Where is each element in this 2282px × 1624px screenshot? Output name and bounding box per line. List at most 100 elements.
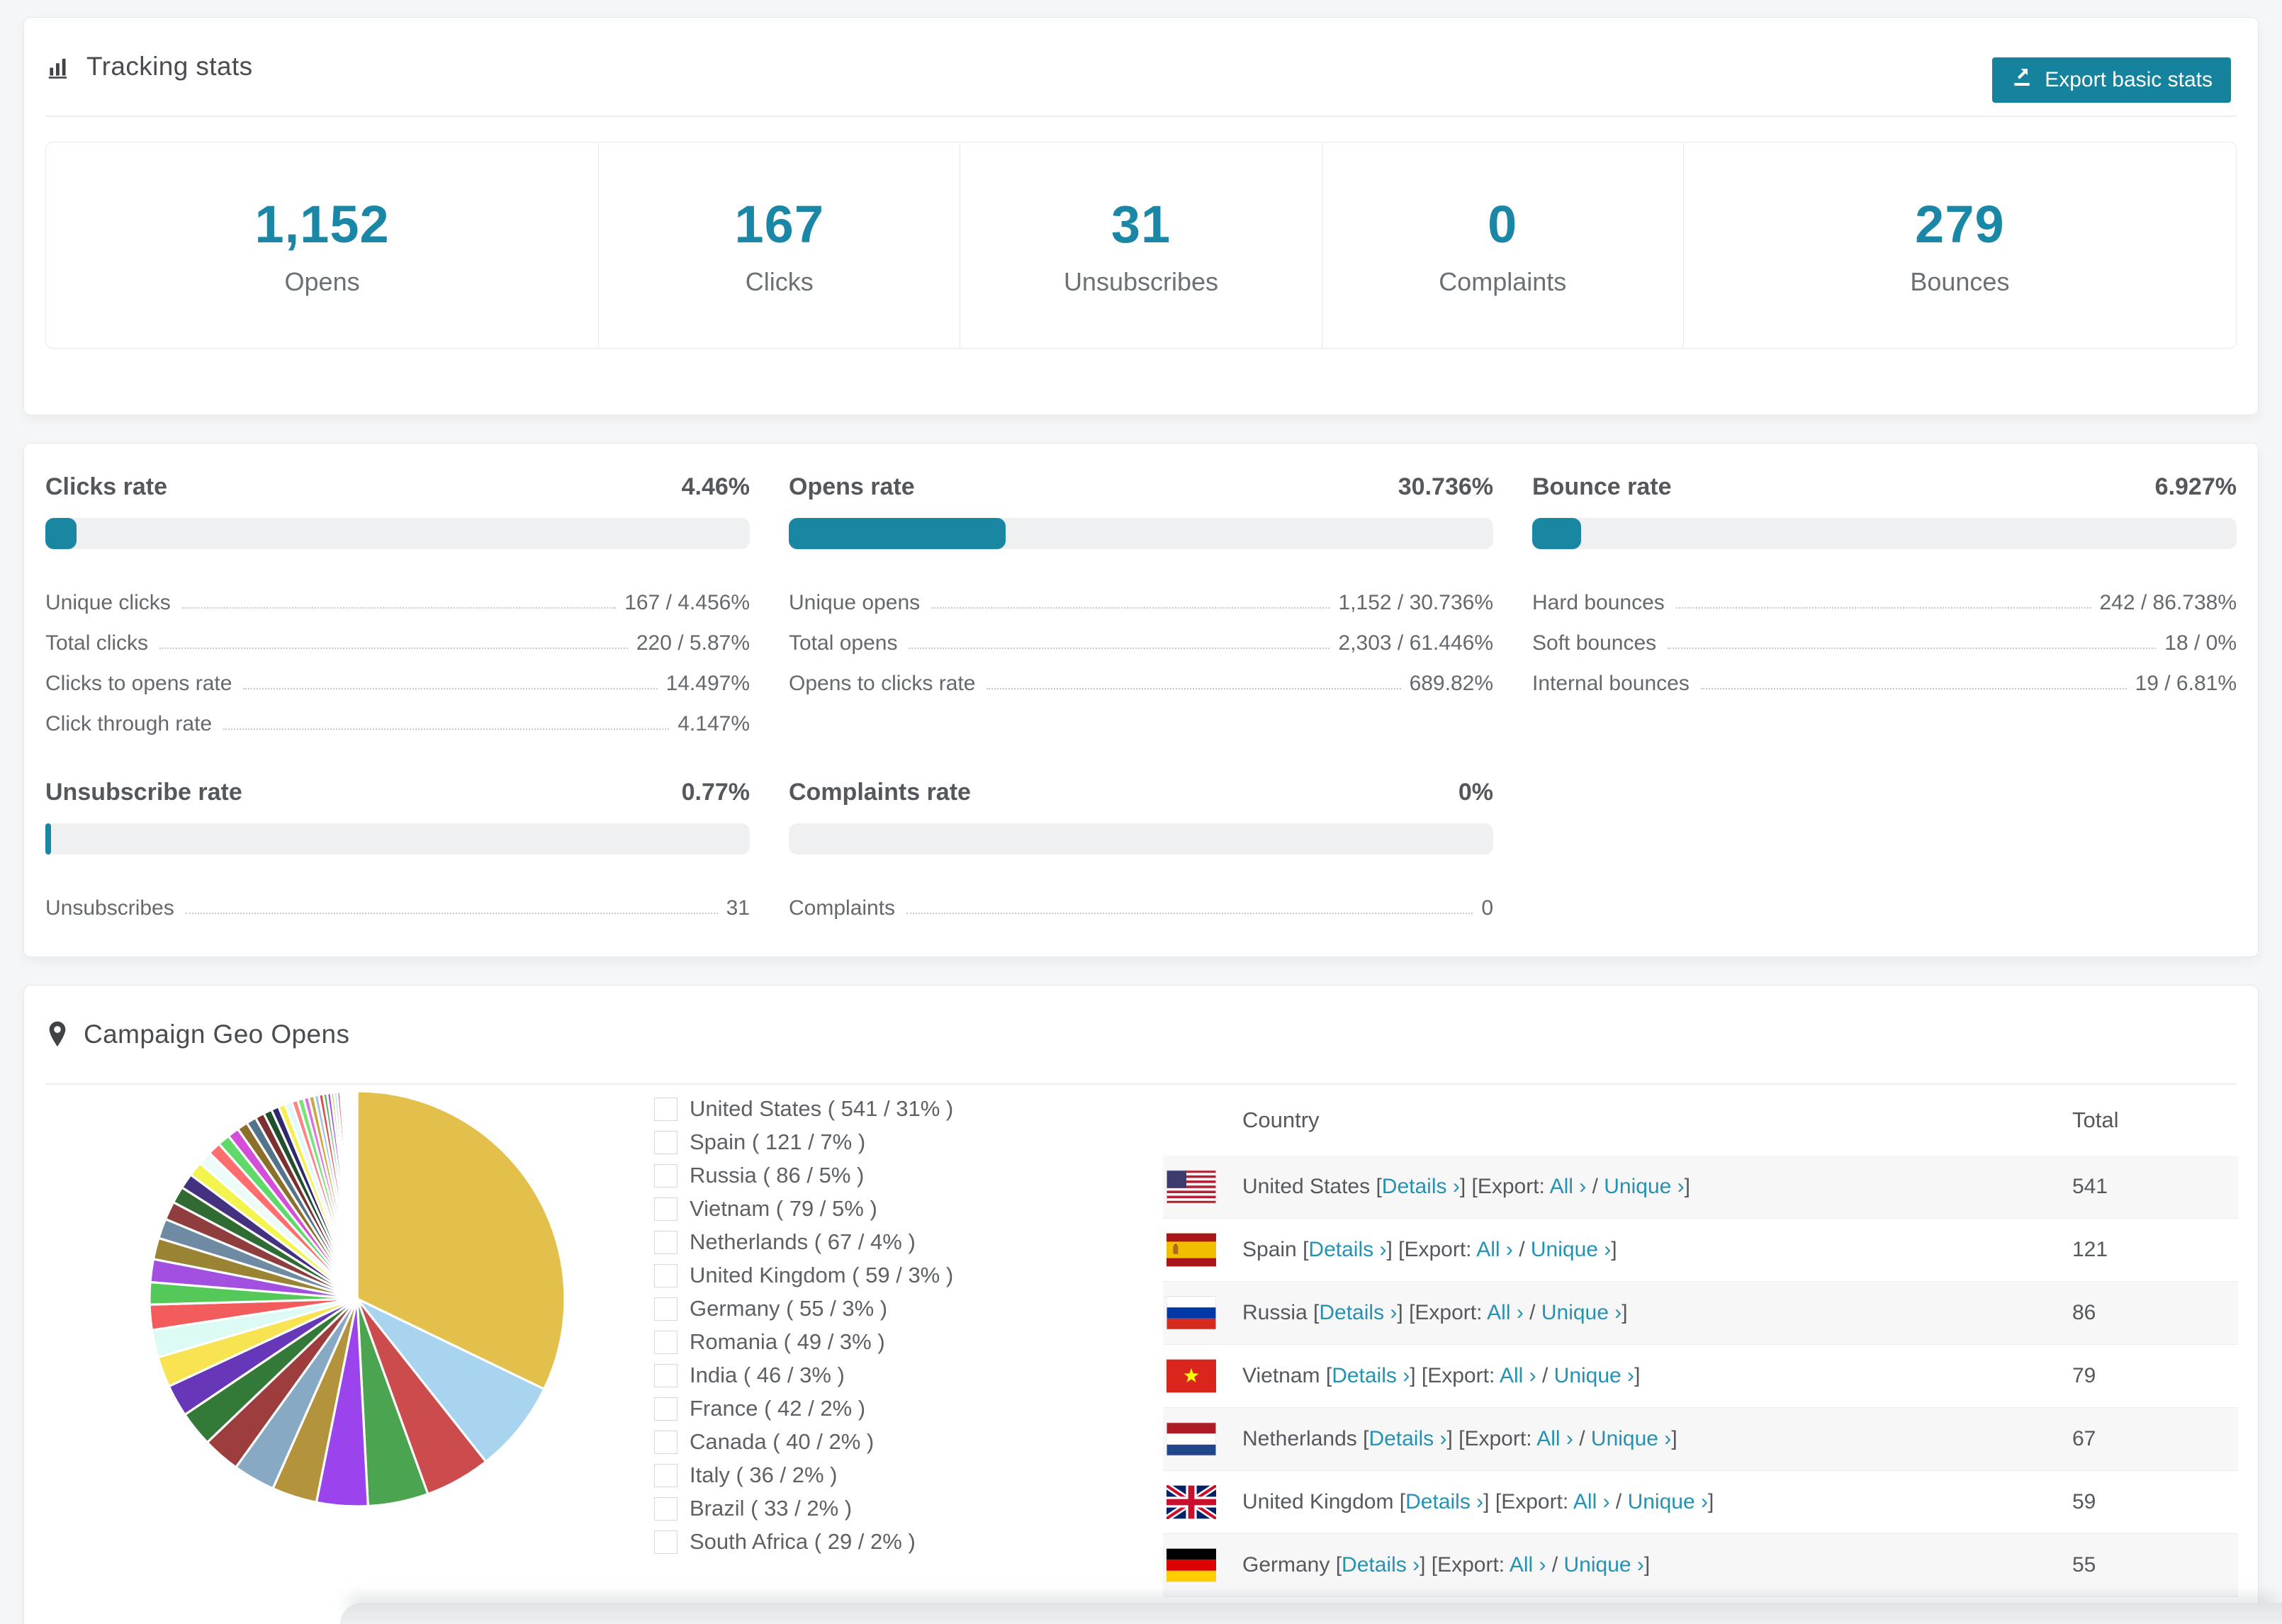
rate-value: 0.77% [681, 779, 750, 806]
legend-label: Canada ( 40 / 2% ) [690, 1429, 875, 1454]
progress-bar [789, 823, 1493, 855]
legend-item: Romania ( 49 / 3% ) [654, 1329, 953, 1355]
total-cell: 59 [2072, 1490, 2096, 1513]
details-link[interactable]: Details › [1405, 1490, 1483, 1513]
export-unique-link[interactable]: Unique › [1541, 1301, 1621, 1324]
rate-row: Complaints 0 [789, 880, 1493, 920]
stat-label: Opens [284, 266, 360, 296]
legend-item: Italy ( 36 / 2% ) [654, 1462, 953, 1488]
legend-item: Vietnam ( 79 / 5% ) [654, 1196, 953, 1222]
rate-row-value: 167 / 4.456% [624, 591, 750, 614]
progress-bar [45, 518, 750, 549]
rate-row-value: 18 / 0% [2164, 631, 2237, 655]
country-cell: United Kingdom [Details ›] [Export: All … [1242, 1490, 1714, 1513]
export-basic-stats-button[interactable]: Export basic stats [1992, 57, 2231, 103]
summary-card-bounces: 279 Bounces [1684, 142, 2236, 348]
legend-label: Russia ( 86 / 5% ) [690, 1163, 865, 1188]
summary-card-opens: 1,152 Opens [46, 142, 600, 348]
legend-item: United Kingdom ( 59 / 3% ) [654, 1263, 953, 1288]
details-link[interactable]: Details › [1308, 1238, 1386, 1261]
rate-row-label: Unsubscribes [45, 896, 174, 920]
rate-row: Soft bounces 18 / 0% [1532, 615, 2237, 655]
rate-head: Unsubscribe rate 0.77% [45, 779, 750, 806]
country-column-header: Country [1242, 1107, 1320, 1132]
ru-flag-icon [1167, 1296, 1216, 1330]
dotted-leader [906, 913, 1473, 914]
us-flag-icon [1167, 1170, 1216, 1204]
rate-section-unsubscribe-rate: Unsubscribe rate 0.77% Unsubscribes 31 [45, 779, 750, 920]
dotted-leader [931, 607, 1330, 609]
details-link[interactable]: Details › [1368, 1427, 1446, 1450]
rate-title: Clicks rate [45, 473, 167, 500]
rate-rows: Unsubscribes 31 [45, 880, 750, 920]
export-all-link[interactable]: All › [1510, 1553, 1546, 1577]
export-prefix: Export: [1501, 1490, 1569, 1513]
tracking-stats-header: Tracking stats Export basic stats [45, 18, 2237, 117]
bottom-overlay-bar [340, 1603, 2282, 1624]
export-unique-link[interactable]: Unique › [1564, 1553, 1644, 1577]
export-all-link[interactable]: All › [1573, 1490, 1610, 1513]
legend-item: Germany ( 55 / 3% ) [654, 1296, 953, 1321]
country-row-ru: Russia [Details ›] [Export: All › / Uniq… [1163, 1282, 2238, 1345]
legend-item: Netherlands ( 67 / 4% ) [654, 1229, 953, 1255]
legend-label: Netherlands ( 67 / 4% ) [690, 1229, 916, 1254]
details-link[interactable]: Details › [1319, 1301, 1397, 1324]
dotted-leader [1668, 648, 2157, 649]
export-all-link[interactable]: All › [1487, 1301, 1524, 1324]
rate-row-value: 31 [726, 896, 750, 920]
rate-row-value: 19 / 6.81% [2135, 672, 2237, 695]
legend-swatch [654, 1330, 678, 1354]
legend-swatch [654, 1463, 678, 1487]
export-prefix: Export: [1404, 1238, 1472, 1261]
export-all-link[interactable]: All › [1476, 1238, 1513, 1261]
rate-rows: Hard bounces 242 / 86.738% Soft bounces 18 … [1532, 575, 2237, 696]
rate-row: Total clicks 220 / 5.87% [45, 615, 750, 655]
legend-label: Spain ( 121 / 7% ) [690, 1129, 866, 1154]
rate-value: 4.46% [681, 473, 750, 500]
rate-title: Bounce rate [1532, 473, 1672, 500]
stat-value: 279 [1915, 194, 2005, 254]
geo-title: Campaign Geo Opens [84, 1020, 350, 1049]
export-unique-link[interactable]: Unique › [1591, 1427, 1671, 1450]
export-unique-link[interactable]: Unique › [1531, 1238, 1611, 1261]
export-all-link[interactable]: All › [1500, 1364, 1536, 1387]
details-link[interactable]: Details › [1332, 1364, 1410, 1387]
pie-legend: United States ( 541 / 31% ) Spain ( 121 /… [654, 1096, 953, 1562]
rate-title: Complaints rate [789, 779, 971, 806]
gb-flag-icon [1167, 1485, 1216, 1519]
details-link[interactable]: Details › [1382, 1175, 1460, 1198]
dotted-leader [1675, 607, 2091, 609]
country-cell: Russia [Details ›] [Export: All › / Uniq… [1242, 1301, 1628, 1324]
country-cell: Netherlands [Details ›] [Export: All › /… [1242, 1427, 1677, 1450]
rate-row: Unique clicks 167 / 4.456% [45, 575, 750, 615]
country-cell: Vietnam [Details ›] [Export: All › / Uni… [1242, 1364, 1641, 1387]
export-unique-link[interactable]: Unique › [1604, 1175, 1684, 1198]
vn-flag-icon [1167, 1359, 1216, 1393]
details-link[interactable]: Details › [1342, 1553, 1420, 1577]
legend-item: United States ( 541 / 31% ) [654, 1096, 953, 1122]
campaign-geo-opens-panel: Campaign Geo Opens United States ( 541 /… [23, 985, 2259, 1624]
legend-swatch [654, 1363, 678, 1387]
country-row-nl: Netherlands [Details ›] [Export: All › /… [1163, 1408, 2238, 1471]
rate-row: Unique opens 1,152 / 30.736% [789, 575, 1493, 615]
export-unique-link[interactable]: Unique › [1628, 1490, 1708, 1513]
rate-row-label: Opens to clicks rate [789, 672, 976, 695]
stat-label: Bounces [1910, 266, 2010, 296]
progress-bar [45, 823, 750, 855]
export-all-link[interactable]: All › [1550, 1175, 1587, 1198]
dotted-leader [181, 607, 617, 609]
export-all-link[interactable]: All › [1536, 1427, 1573, 1450]
nl-flag-icon [1167, 1422, 1216, 1456]
export-unique-link[interactable]: Unique › [1554, 1364, 1634, 1387]
export-prefix: Export: [1437, 1553, 1505, 1577]
rates-panel: Clicks rate 4.46% Unique clicks 167 / 4.456… [23, 443, 2259, 957]
export-prefix: Export: [1415, 1301, 1483, 1324]
legend-item: South Africa ( 29 / 2% ) [654, 1529, 953, 1555]
legend-swatch [654, 1263, 678, 1287]
legend-item: France ( 42 / 2% ) [654, 1396, 953, 1421]
country-row-es: Spain [Details ›] [Export: All › / Uniqu… [1163, 1219, 2238, 1282]
progress-bar-fill [45, 823, 51, 855]
legend-swatch [654, 1197, 678, 1221]
rate-row-label: Total clicks [45, 631, 149, 655]
country-name: Germany [1242, 1553, 1330, 1577]
